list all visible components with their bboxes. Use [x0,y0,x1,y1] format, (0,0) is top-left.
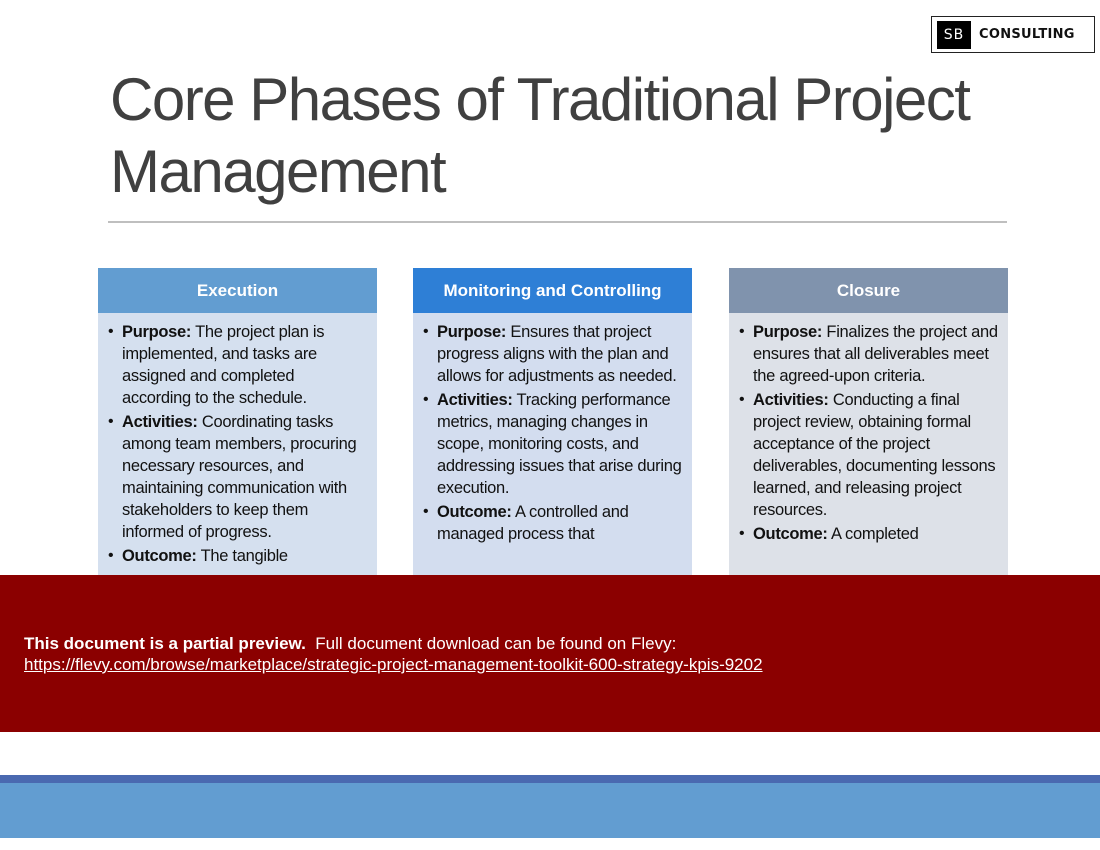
phase-bullet-activities: Activities: Tracking performance metrics… [421,389,682,499]
phase-bullet-outcome: Outcome: A controlled and managed proces… [421,501,682,545]
phase-bullet-purpose: Purpose: Ensures that project progress a… [421,321,682,387]
phase-body: Purpose: The project plan is implemented… [98,313,377,588]
phase-column-monitoring: Monitoring and Controlling Purpose: Ensu… [413,268,692,588]
phase-bullet-purpose: Purpose: The project plan is implemented… [106,321,367,409]
phase-header: Monitoring and Controlling [413,268,692,313]
phase-bullet-activities: Activities: Coordinating tasks among tea… [106,411,367,543]
phase-bullet-purpose: Purpose: Finalizes the project and ensur… [737,321,998,387]
phase-bullet-outcome: Outcome: The tangible [106,545,367,567]
phase-bullet-activities: Activities: Conducting a final project r… [737,389,998,521]
preview-banner: This document is a partial preview. Full… [0,575,1100,732]
title-divider [108,221,1007,223]
phase-body: Purpose: Finalizes the project and ensur… [729,313,1008,588]
phase-body: Purpose: Ensures that project progress a… [413,313,692,588]
logo-mark: SB [937,20,971,49]
flevy-download-link[interactable]: https://flevy.com/browse/marketplace/str… [24,655,763,674]
logo-text: CONSULTING [979,27,1075,42]
sb-consulting-logo: SB CONSULTING [931,16,1095,53]
phase-column-execution: Execution Purpose: The project plan is i… [98,268,377,588]
footer-stripe-dark [0,775,1100,783]
preview-banner-text: This document is a partial preview. Full… [24,633,763,675]
preview-download-text: Full document download can be found on F… [305,634,677,653]
footer-band [0,783,1100,838]
phase-header: Closure [729,268,1008,313]
preview-notice: This document is a partial preview. [24,634,306,653]
slide-title: Core Phases of Traditional Project Manag… [110,66,971,205]
phase-column-closure: Closure Purpose: Finalizes the project a… [729,268,1008,588]
phase-bullet-outcome: Outcome: A completed [737,523,998,545]
phase-header: Execution [98,268,377,313]
